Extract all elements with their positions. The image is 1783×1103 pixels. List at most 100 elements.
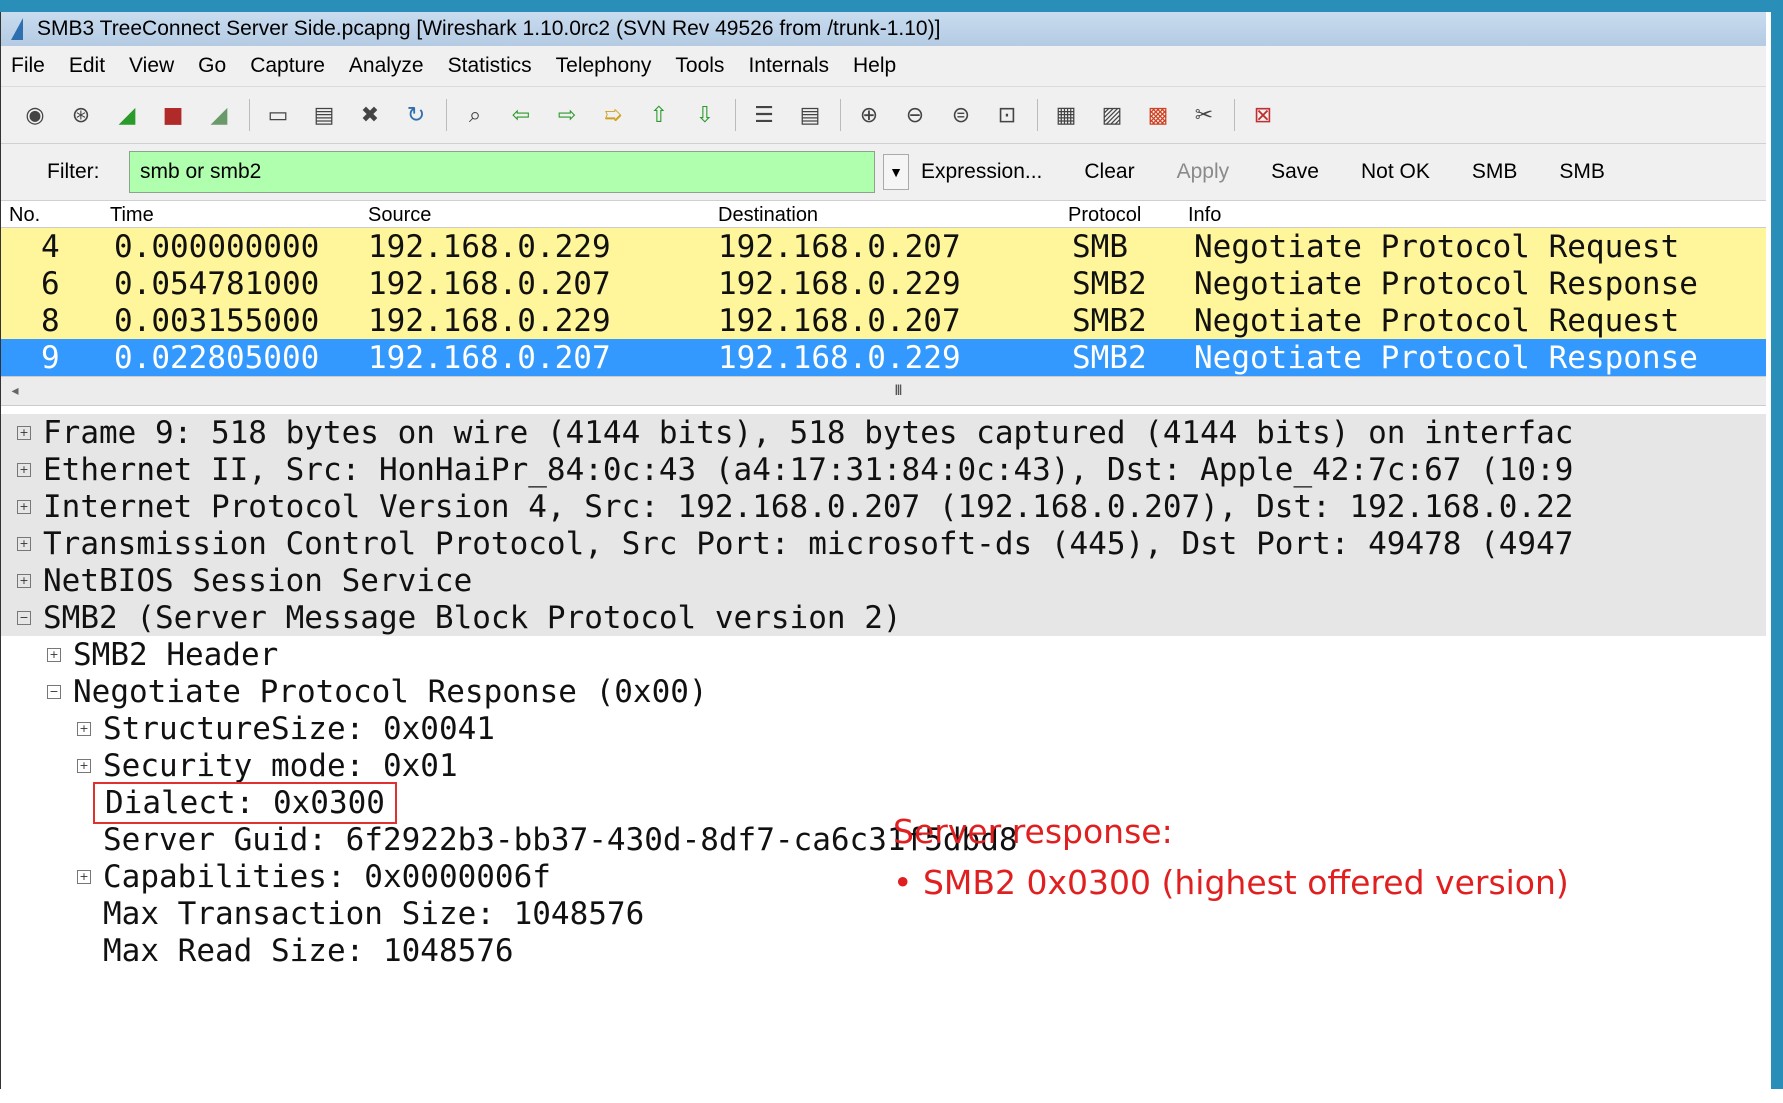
- tree-node-security-mode[interactable]: + Security mode: 0x01: [1, 747, 1766, 784]
- tree-node-negotiate-response[interactable]: − Negotiate Protocol Response (0x00): [1, 673, 1766, 710]
- packet-row-selected[interactable]: 9 0.022805000 192.168.0.207 192.168.0.22…: [1, 339, 1766, 376]
- preferences-icon[interactable]: ✂: [1188, 99, 1220, 131]
- zoom-in-icon[interactable]: ⊕: [853, 99, 885, 131]
- packet-list-horizontal-scrollbar[interactable]: ◂ III: [1, 376, 1766, 406]
- filter-button-smb[interactable]: SMB: [1472, 160, 1518, 184]
- tree-node-label: Security mode: 0x01: [103, 747, 458, 784]
- scroll-left-icon[interactable]: ◂: [1, 383, 29, 399]
- packet-no: 6: [41, 265, 60, 302]
- go-to-packet-icon[interactable]: ➯: [597, 99, 629, 131]
- packet-destination: 192.168.0.207: [718, 302, 961, 339]
- packet-row[interactable]: 4 0.000000000 192.168.0.229 192.168.0.20…: [1, 228, 1766, 265]
- expand-plus-icon[interactable]: +: [77, 758, 91, 773]
- filter-button-smb-2[interactable]: SMB: [1559, 160, 1605, 184]
- column-header-time[interactable]: Time: [106, 204, 366, 227]
- expand-plus-icon[interactable]: +: [77, 721, 91, 736]
- zoom-normal-icon[interactable]: ⊜: [945, 99, 977, 131]
- interfaces-icon[interactable]: ◉: [19, 99, 51, 131]
- column-header-protocol[interactable]: Protocol: [1068, 204, 1188, 227]
- stop-capture-icon[interactable]: ■: [157, 99, 189, 131]
- menu-help[interactable]: Help: [853, 54, 896, 78]
- expression-button[interactable]: Expression...: [921, 160, 1042, 184]
- expand-plus-icon[interactable]: +: [77, 869, 91, 884]
- go-back-icon[interactable]: ⇦: [505, 99, 537, 131]
- display-filters-icon[interactable]: ▨: [1096, 99, 1128, 131]
- last-packet-icon[interactable]: ⇩: [689, 99, 721, 131]
- options-icon[interactable]: ⊛: [65, 99, 97, 131]
- packet-list: No. Time Source Destination Protocol Inf…: [1, 201, 1766, 406]
- apply-button[interactable]: Apply: [1177, 160, 1230, 184]
- collapse-minus-icon[interactable]: −: [17, 610, 31, 625]
- reload-icon[interactable]: ↻: [400, 99, 432, 131]
- restart-capture-icon[interactable]: ◢: [203, 99, 235, 131]
- expand-plus-icon[interactable]: +: [17, 462, 31, 477]
- menu-go[interactable]: Go: [198, 54, 226, 78]
- menu-tools[interactable]: Tools: [675, 54, 724, 78]
- save-filter-button[interactable]: Save: [1271, 160, 1319, 184]
- close-file-icon[interactable]: ✖: [354, 99, 386, 131]
- tree-node-ethernet[interactable]: + Ethernet II, Src: HonHaiPr_84:0c:43 (a…: [1, 451, 1766, 488]
- tree-node-label: Server Guid: 6f2922b3-bb37-430d-8df7-ca6…: [103, 821, 1018, 858]
- title-bar: SMB3 TreeConnect Server Side.pcapng [Wir…: [1, 12, 1766, 46]
- packet-source: 192.168.0.207: [368, 265, 611, 302]
- expand-plus-icon[interactable]: +: [17, 573, 31, 588]
- tree-node-structure-size[interactable]: + StructureSize: 0x0041: [1, 710, 1766, 747]
- tree-node-frame[interactable]: + Frame 9: 518 bytes on wire (4144 bits)…: [1, 414, 1766, 451]
- packet-source: 192.168.0.229: [368, 228, 611, 265]
- menu-statistics[interactable]: Statistics: [448, 54, 532, 78]
- packet-row[interactable]: 8 0.003155000 192.168.0.229 192.168.0.20…: [1, 302, 1766, 339]
- capture-filters-icon[interactable]: ▦: [1050, 99, 1082, 131]
- filter-button-not-ok[interactable]: Not OK: [1361, 160, 1430, 184]
- tree-node-label: Frame 9: 518 bytes on wire (4144 bits), …: [43, 414, 1574, 451]
- tree-node-ip[interactable]: + Internet Protocol Version 4, Src: 192.…: [1, 488, 1766, 525]
- column-header-no[interactable]: No.: [1, 204, 106, 227]
- menu-file[interactable]: File: [11, 54, 45, 78]
- menu-capture[interactable]: Capture: [250, 54, 325, 78]
- packet-protocol: SMB: [1072, 228, 1128, 265]
- resize-columns-icon[interactable]: ⊡: [991, 99, 1023, 131]
- start-capture-icon[interactable]: ◢: [111, 99, 143, 131]
- tree-node-smb2[interactable]: − SMB2 (Server Message Block Protocol ve…: [1, 599, 1766, 636]
- go-forward-icon[interactable]: ⇨: [551, 99, 583, 131]
- tree-node-max-read[interactable]: Max Read Size: 1048576: [1, 932, 1766, 969]
- clear-button[interactable]: Clear: [1084, 160, 1134, 184]
- auto-scroll-icon[interactable]: ▤: [794, 99, 826, 131]
- menu-analyze[interactable]: Analyze: [349, 54, 424, 78]
- filter-dropdown-button[interactable]: ▼: [883, 154, 909, 190]
- menu-view[interactable]: View: [129, 54, 174, 78]
- expand-plus-icon[interactable]: +: [47, 647, 61, 662]
- scroll-thumb-grip[interactable]: III: [29, 383, 1766, 399]
- menu-telephony[interactable]: Telephony: [556, 54, 652, 78]
- packet-source: 192.168.0.229: [368, 302, 611, 339]
- wireshark-fin-icon: [11, 18, 23, 40]
- toolbar-separator: [249, 99, 250, 131]
- packet-row[interactable]: 6 0.054781000 192.168.0.207 192.168.0.22…: [1, 265, 1766, 302]
- save-file-icon[interactable]: ▤: [308, 99, 340, 131]
- open-file-icon[interactable]: ▭: [262, 99, 294, 131]
- help-icon[interactable]: ⊠: [1247, 99, 1279, 131]
- expand-plus-icon[interactable]: +: [17, 536, 31, 551]
- coloring-rules-icon[interactable]: ▩: [1142, 99, 1174, 131]
- packet-time: 0.054781000: [114, 265, 320, 302]
- column-header-destination[interactable]: Destination: [718, 204, 1068, 227]
- first-packet-icon[interactable]: ⇧: [643, 99, 675, 131]
- tree-node-smb2-header[interactable]: + SMB2 Header: [1, 636, 1766, 673]
- expand-plus-icon[interactable]: +: [17, 425, 31, 440]
- column-header-source[interactable]: Source: [366, 204, 718, 227]
- tree-node-label: Capabilities: 0x0000006f: [103, 858, 551, 895]
- tree-node-netbios[interactable]: + NetBIOS Session Service: [1, 562, 1766, 599]
- zoom-out-icon[interactable]: ⊖: [899, 99, 931, 131]
- packet-protocol: SMB2: [1072, 302, 1147, 339]
- menu-internals[interactable]: Internals: [748, 54, 829, 78]
- colorize-icon[interactable]: ☰: [748, 99, 780, 131]
- menu-edit[interactable]: Edit: [69, 54, 105, 78]
- callout-annotation: Server response: • SMB2 0x0300 (highest …: [893, 812, 1569, 902]
- tree-node-label: Transmission Control Protocol, Src Port:…: [43, 525, 1574, 562]
- expand-plus-icon[interactable]: +: [17, 499, 31, 514]
- packet-protocol: SMB2: [1072, 265, 1147, 302]
- display-filter-input[interactable]: smb or smb2: [129, 151, 875, 193]
- tree-node-tcp[interactable]: + Transmission Control Protocol, Src Por…: [1, 525, 1766, 562]
- collapse-minus-icon[interactable]: −: [47, 684, 61, 699]
- column-header-info[interactable]: Info: [1188, 204, 1766, 227]
- find-packet-icon[interactable]: ⌕: [459, 99, 491, 131]
